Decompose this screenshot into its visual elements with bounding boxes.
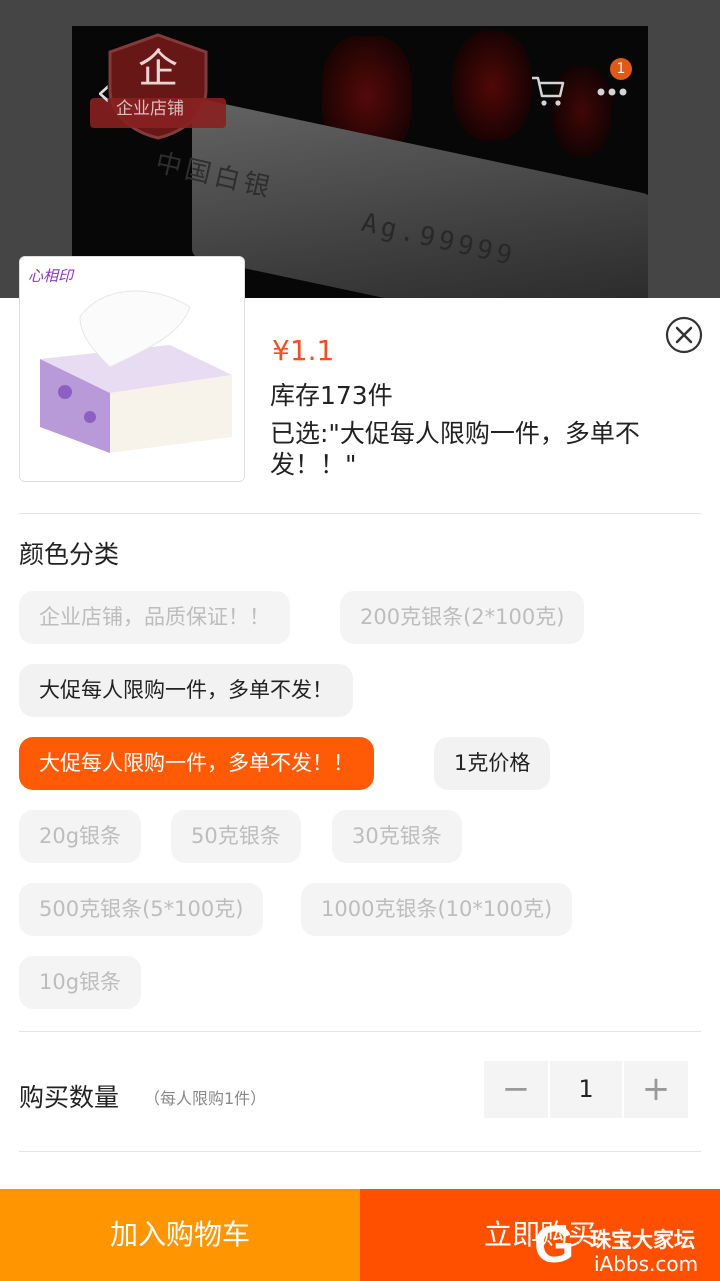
svg-text:心相印: 心相印	[28, 267, 75, 285]
quantity-limit-note: （每人限购1件）	[144, 1089, 267, 1108]
sku-option[interactable]: 20g银条	[19, 810, 142, 863]
back-icon[interactable]: ‹	[96, 72, 128, 112]
price: ¥1.1	[272, 334, 335, 367]
sku-option[interactable]: 1000克银条(10*100克)	[301, 883, 573, 936]
add-to-cart-button[interactable]: 加入购物车	[0, 1189, 360, 1281]
product-thumbnail: 心相印	[19, 256, 245, 482]
sku-option[interactable]: 企业店铺，品质保证！！	[19, 591, 290, 644]
sku-option[interactable]: 30克银条	[332, 810, 462, 863]
selected-option: 已选:"大促每人限购一件，多单不发！！"	[270, 419, 640, 479]
divider	[19, 1151, 701, 1152]
quantity-label: 购买数量	[19, 1083, 120, 1112]
sku-option[interactable]: 大促每人限购一件，多单不发！	[19, 664, 353, 717]
quantity-stepper: − 1 +	[484, 1061, 688, 1118]
sku-option[interactable]: 200克银条(2*100克)	[340, 591, 585, 644]
sku-option[interactable]: 500克银条(5*100克)	[19, 883, 264, 936]
watermark-url: iAbbs.com	[594, 1252, 699, 1276]
forum-watermark: G 珠宝大家坛 iAbbs.com	[534, 1214, 720, 1280]
divider	[19, 1031, 701, 1032]
watermark-logo-icon: G	[534, 1216, 575, 1274]
decrease-button[interactable]: −	[484, 1061, 548, 1118]
sku-option-selected[interactable]: 大促每人限购一件，多单不发！！	[19, 737, 374, 790]
tissue-box-image: 心相印	[20, 257, 244, 481]
sku-option[interactable]: 50克银条	[171, 810, 301, 863]
svg-text:企: 企	[138, 46, 178, 92]
increase-button[interactable]: +	[624, 1061, 688, 1118]
quantity-value[interactable]: 1	[550, 1061, 622, 1118]
watermark-text: 珠宝大家坛	[590, 1228, 695, 1252]
sku-section-title: 颜色分类	[19, 540, 120, 569]
more-icon[interactable]	[594, 82, 630, 102]
stock-count: 库存173件	[270, 381, 393, 410]
product-photo: 中国白银 Ag.99999 企 企业店铺 ‹ 1	[0, 0, 720, 298]
sku-option[interactable]: 1克价格	[434, 737, 551, 790]
close-icon[interactable]	[664, 315, 704, 355]
cart-badge: 1	[610, 58, 632, 80]
divider	[19, 513, 701, 514]
cart-icon[interactable]	[530, 74, 566, 108]
sku-option[interactable]: 10g银条	[19, 956, 142, 1009]
